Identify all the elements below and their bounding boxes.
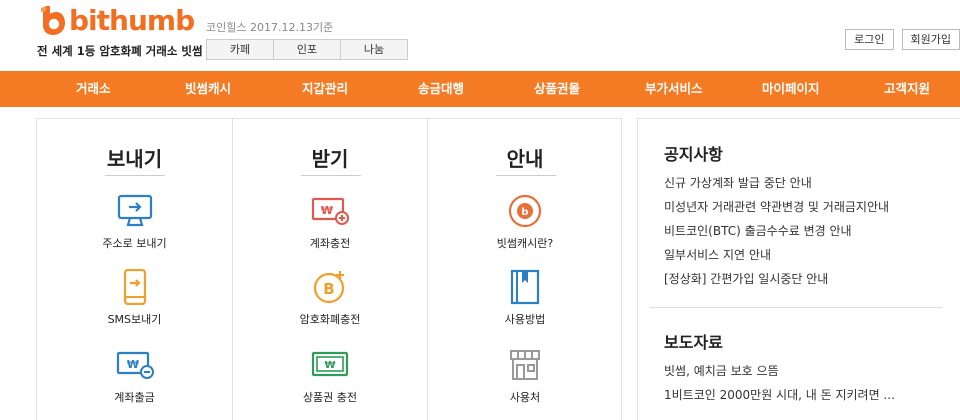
nav-item-wallet[interactable]: 지갑관리 xyxy=(302,71,348,107)
column-title: 안내 xyxy=(506,147,544,171)
notice-item[interactable]: [정상화] 간편가입 일시중단 안내 xyxy=(664,267,889,291)
item-label: 계좌출금 xyxy=(114,391,155,404)
title-underline xyxy=(496,175,556,176)
item-label: 암호화폐충전 xyxy=(299,313,361,326)
divider xyxy=(650,307,942,308)
svg-text:₩: ₩ xyxy=(321,204,333,217)
bithumb-logo-icon xyxy=(41,6,65,35)
send-by-address[interactable]: 주소로 보내기 xyxy=(37,193,232,251)
nav-item-bithumb-cash[interactable]: 빗썸캐시 xyxy=(185,71,231,107)
item-label: 사용처 xyxy=(509,391,541,404)
site-header: bithumb 코인힐스 2017.12.13기준 전 세계 1등 암호화폐 거… xyxy=(0,0,960,71)
svg-text:₩: ₩ xyxy=(126,358,138,371)
press-item[interactable]: 1비트코인 2000만원 시대, 내 돈 지키려면 ... xyxy=(664,383,895,407)
svg-text:₩: ₩ xyxy=(324,360,335,371)
account-links: 로그인 회원가입 xyxy=(837,29,960,50)
crypto-deposit[interactable]: B 암호화폐충전 xyxy=(233,269,427,327)
tab-info[interactable]: 인포 xyxy=(273,39,341,60)
title-underline xyxy=(301,175,361,176)
bank-withdraw[interactable]: ₩ 계좌출금 xyxy=(37,347,232,405)
where-to-use[interactable]: 사용처 xyxy=(428,347,622,405)
nav-item-extra-services[interactable]: 부가서비스 xyxy=(645,71,703,107)
login-button[interactable]: 로그인 xyxy=(845,29,894,50)
main-nav: 거래소 빗썸캐시 지갑관리 송금대행 상품권몰 부가서비스 마이페이지 고객지원 xyxy=(0,71,960,107)
item-label: 사용방법 xyxy=(504,313,546,326)
signup-button[interactable]: 회원가입 xyxy=(901,29,960,50)
item-label: 계좌충전 xyxy=(309,237,351,250)
what-is-bithumb-cash[interactable]: b 빗썸캐시란? xyxy=(428,193,622,251)
notices-list: 신규 가상계좌 발급 중단 안내 미성년자 거래관련 약관변경 및 거래금지안내… xyxy=(664,171,889,291)
tab-share[interactable]: 나눔 xyxy=(340,39,408,60)
column-title: 받기 xyxy=(311,147,349,171)
community-tabs: 카페 인포 나눔 xyxy=(206,39,408,60)
how-to-use[interactable]: 사용방법 xyxy=(428,269,622,327)
cash-service-panel: 보내기 주소로 보내기 SMS보내기 ₩ 계좌출금 받기 ₩ 계좌충전 B 암호… xyxy=(36,118,622,420)
column-guide: 안내 b 빗썸캐시란? 사용방법 사용처 xyxy=(427,119,622,420)
notices-title[interactable]: 공지사항 xyxy=(664,141,723,165)
nav-item-support[interactable]: 고객지원 xyxy=(884,71,930,107)
svg-text:B: B xyxy=(323,280,334,298)
voucher-icon: ₩ xyxy=(311,351,349,377)
bitcoin-plus-icon: B xyxy=(313,271,345,304)
notice-item[interactable]: 신규 가상계좌 발급 중단 안내 xyxy=(664,171,889,195)
nav-item-voucher-mall[interactable]: 상품권몰 xyxy=(534,71,580,107)
book-icon xyxy=(510,269,540,305)
column-title: 보내기 xyxy=(106,147,163,171)
bithumb-logo[interactable]: bithumb xyxy=(37,4,195,38)
item-label: 상품권 충전 xyxy=(302,391,358,404)
mobile-send-icon xyxy=(123,269,146,305)
svg-text:b: b xyxy=(521,207,528,218)
nav-item-remittance[interactable]: 송금대행 xyxy=(418,71,464,107)
bank-deposit[interactable]: ₩ 계좌충전 xyxy=(233,193,427,251)
notice-item[interactable]: 일부서비스 지연 안내 xyxy=(664,243,889,267)
title-underline xyxy=(105,175,165,176)
store-icon xyxy=(510,350,540,380)
won-card-plus-icon: ₩ xyxy=(311,197,349,225)
cash-coin-icon: b xyxy=(508,194,542,228)
press-item[interactable]: 빗썸, 예치금 보호 으뜸 xyxy=(664,359,895,383)
tab-cafe[interactable]: 카페 xyxy=(206,39,274,60)
nav-item-exchange[interactable]: 거래소 xyxy=(76,71,111,107)
press-title[interactable]: 보도자료 xyxy=(664,329,723,353)
bank-withdraw-icon: ₩ xyxy=(116,351,154,379)
logo-text: bithumb xyxy=(69,4,195,37)
notice-item[interactable]: 비트코인(BTC) 출금수수료 변경 안내 xyxy=(664,219,889,243)
news-panel: 공지사항 신규 가상계좌 발급 중단 안내 미성년자 거래관련 약관변경 및 거… xyxy=(637,118,960,420)
item-label: SMS보내기 xyxy=(107,313,162,326)
column-receive: 받기 ₩ 계좌충전 B 암호화폐충전 ₩ 상품권 충전 xyxy=(232,119,427,420)
column-send: 보내기 주소로 보내기 SMS보내기 ₩ 계좌출금 xyxy=(37,119,232,420)
notice-item[interactable]: 미성년자 거래관련 약관변경 및 거래금지안내 xyxy=(664,195,889,219)
voucher-deposit[interactable]: ₩ 상품권 충전 xyxy=(233,347,427,405)
item-label: 주소로 보내기 xyxy=(102,237,167,250)
coinhills-ranking: 코인힐스 2017.12.13기준 xyxy=(206,21,334,34)
nav-item-mypage[interactable]: 마이페이지 xyxy=(762,71,820,107)
item-label: 빗썸캐시란? xyxy=(496,237,554,250)
send-by-sms[interactable]: SMS보내기 xyxy=(37,269,232,327)
monitor-send-icon xyxy=(117,194,152,227)
slogan: 전 세계 1등 암호화폐 거래소 빗썸 xyxy=(37,44,203,58)
press-list: 빗썸, 예치금 보호 으뜸 1비트코인 2000만원 시대, 내 돈 지키려면 … xyxy=(664,359,895,407)
